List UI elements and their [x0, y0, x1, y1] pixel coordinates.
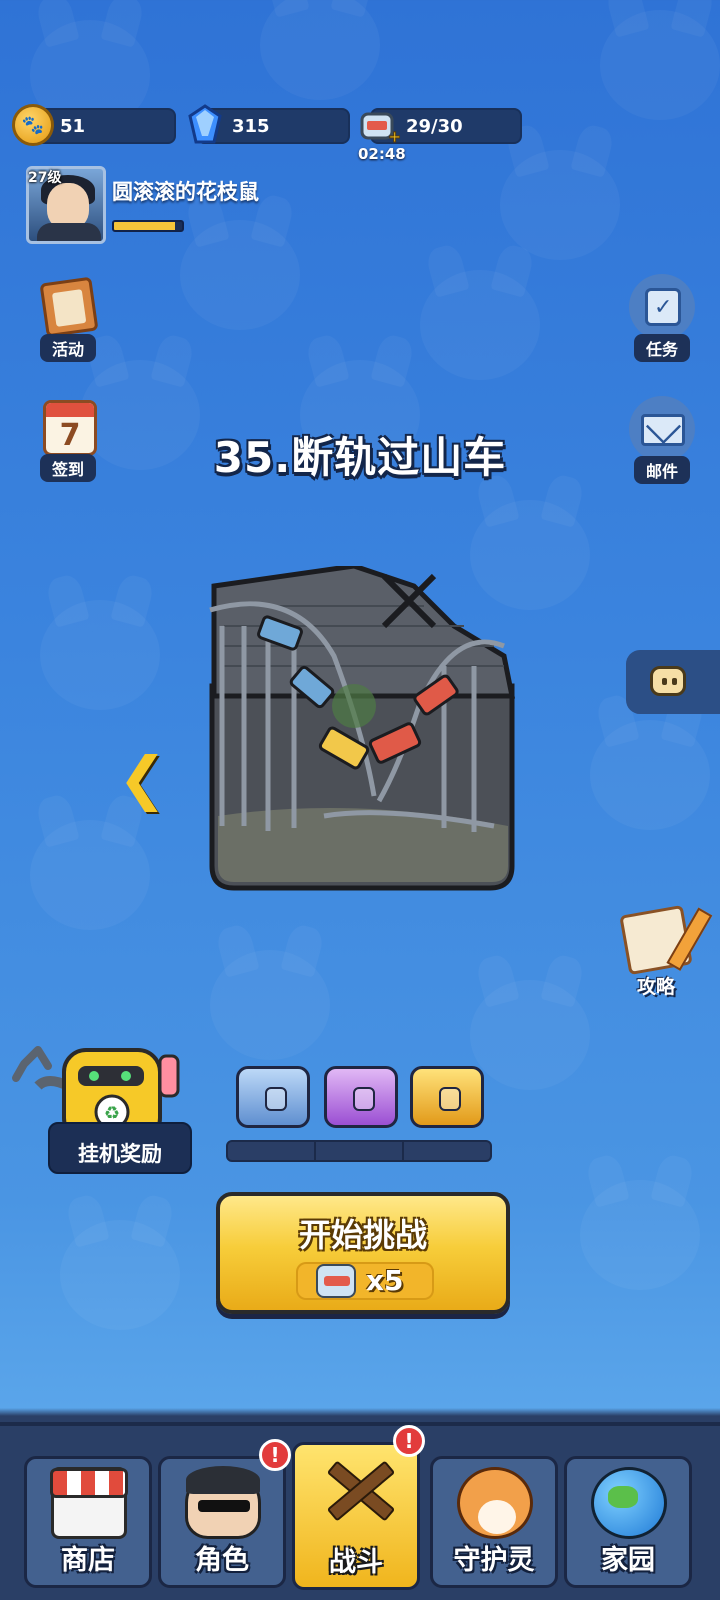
activity-label: 活动 — [39, 334, 96, 362]
chevron-left-icon[interactable]: ❮ — [118, 744, 167, 812]
alert-badge-icon: ! — [259, 1439, 291, 1471]
corgi-guardian-icon — [457, 1467, 533, 1539]
tasks-label: 任务 — [633, 334, 690, 362]
activity-button[interactable]: 活动 — [28, 274, 108, 362]
start-cost-value: x5 — [366, 1264, 404, 1297]
globe-icon — [591, 1467, 667, 1539]
gold-chest-icon[interactable] — [410, 1066, 484, 1128]
coin-counter[interactable]: 🐾 51 — [12, 104, 176, 146]
guide-notepad-icon — [619, 904, 693, 976]
tab-home-label: 家园 — [601, 1545, 655, 1576]
activity-book-icon — [35, 274, 101, 340]
stage-title: 35.断轨过山车 — [213, 433, 507, 482]
tab-battle-label: 战斗 — [329, 1547, 383, 1578]
stamina-counter[interactable]: + 29/30 — [360, 108, 522, 146]
shop-storefront-icon — [50, 1467, 128, 1539]
tab-guardian-label: 守护灵 — [453, 1545, 535, 1576]
idle-reward-button[interactable]: 挂机奖励 — [48, 1122, 192, 1174]
stage-roller-coaster-image[interactable] — [204, 566, 520, 908]
tab-character[interactable]: 角色 ! — [158, 1439, 291, 1588]
gem-value: 315 — [232, 116, 270, 137]
bottom-nav: 商店 角色 ! 战斗 ! 守护灵 家园 — [0, 1422, 720, 1600]
player-level: 27级 — [28, 170, 62, 186]
player-name: 圆滚滚的花枝鼠 — [112, 180, 259, 204]
alert-badge-icon: ! — [393, 1425, 425, 1457]
tab-home[interactable]: 家园 — [564, 1456, 692, 1588]
paw-coin-icon: 🐾 — [12, 104, 54, 146]
chat-button[interactable] — [626, 650, 720, 714]
stamina-value: 29/30 — [406, 116, 463, 137]
task-clipboard-icon — [629, 274, 695, 340]
guide-label: 攻略 — [636, 976, 675, 998]
svg-text:+: + — [388, 127, 400, 146]
purple-chest-icon[interactable] — [324, 1066, 398, 1128]
tab-battle[interactable]: 战斗 ! — [292, 1425, 425, 1590]
canned-food-icon — [316, 1264, 356, 1298]
start-challenge-button[interactable]: 开始挑战 x5 — [216, 1192, 510, 1314]
tab-character-label: 角色 — [195, 1545, 249, 1576]
tab-guardian[interactable]: 守护灵 — [430, 1456, 558, 1588]
blue-chest-icon[interactable] — [236, 1066, 310, 1128]
start-challenge-label: 开始挑战 — [298, 1216, 427, 1254]
character-sunglasses-icon — [185, 1466, 261, 1539]
chest-progress-bar — [226, 1140, 492, 1162]
tab-shop[interactable]: 商店 — [24, 1456, 152, 1588]
canned-food-icon: + — [360, 112, 400, 146]
svg-text:♻: ♻ — [104, 1103, 120, 1124]
tab-shop-label: 商店 — [61, 1545, 115, 1576]
chat-bubble-icon — [650, 666, 686, 696]
gem-counter[interactable]: 315 — [188, 104, 350, 144]
xp-bar — [112, 220, 184, 232]
guide-button[interactable]: 攻略 — [616, 904, 696, 999]
idle-reward-label: 挂机奖励 — [78, 1142, 162, 1166]
stamina-timer: 02:48 — [358, 145, 406, 163]
crossed-guns-icon — [319, 1453, 395, 1525]
start-cost: x5 — [296, 1262, 434, 1300]
xp-bar-fill — [114, 222, 176, 230]
blue-gem-icon — [188, 104, 222, 144]
tasks-button[interactable]: 任务 — [622, 274, 702, 362]
coin-value: 51 — [60, 116, 86, 137]
